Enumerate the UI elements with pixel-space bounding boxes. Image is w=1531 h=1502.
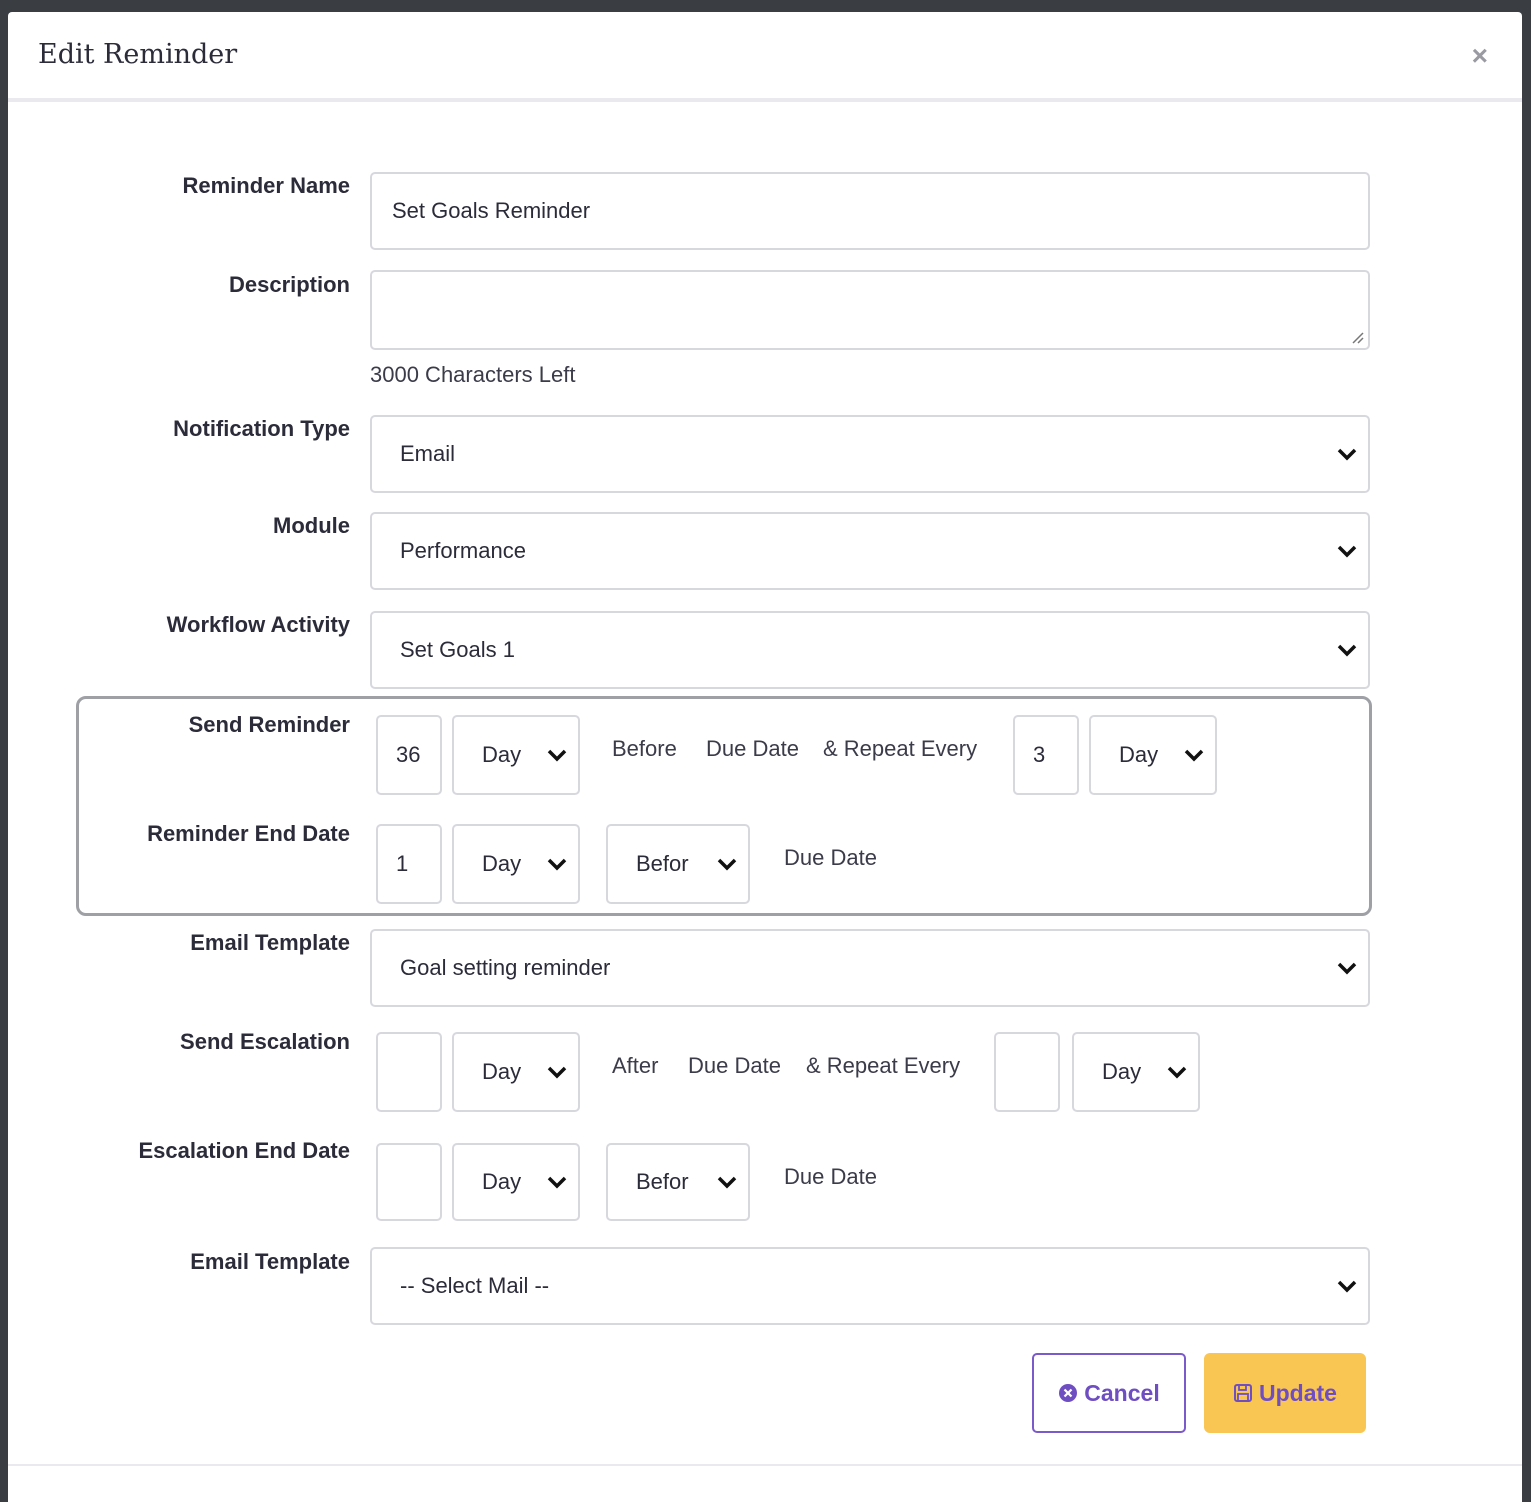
email-template-value: Goal setting reminder bbox=[400, 955, 611, 980]
email-template-select[interactable]: Goal setting reminder bbox=[370, 929, 1370, 1007]
update-button-label: Update bbox=[1259, 1379, 1337, 1406]
dialog-header: Edit Reminder × bbox=[8, 12, 1522, 102]
update-button[interactable]: Update bbox=[1204, 1353, 1366, 1433]
workflow-activity-value: Set Goals 1 bbox=[400, 637, 515, 662]
workflow-activity-select[interactable]: Set Goals 1 bbox=[370, 611, 1370, 689]
escalation-end-relation-select[interactable]: Befor bbox=[606, 1143, 750, 1221]
chevron-down-icon bbox=[717, 1176, 737, 1189]
notification-type-label: Notification Type bbox=[173, 416, 350, 441]
send-escalation-unit-value: Day bbox=[482, 1059, 522, 1084]
send-escalation-unit-select[interactable]: Day bbox=[452, 1032, 580, 1112]
reminder-end-unit-select[interactable]: Day bbox=[452, 824, 580, 904]
email-template-label: Email Template bbox=[190, 930, 350, 955]
chevron-down-icon bbox=[1184, 749, 1204, 762]
reminder-name-input[interactable]: Set Goals Reminder bbox=[370, 172, 1370, 250]
due-date-text: Due Date bbox=[784, 845, 877, 870]
due-date-text: Due Date bbox=[706, 736, 799, 761]
footer-divider bbox=[8, 1464, 1522, 1466]
send-reminder-count-value: 36 bbox=[396, 742, 421, 767]
reminder-name-label: Reminder Name bbox=[182, 173, 350, 198]
cancel-button-label: Cancel bbox=[1084, 1379, 1160, 1406]
characters-left-text: 3000 Characters Left bbox=[370, 362, 576, 387]
notification-type-select[interactable]: Email bbox=[370, 415, 1370, 493]
escalation-email-template-value: -- Select Mail -- bbox=[400, 1273, 550, 1298]
send-reminder-repeat-count-value: 3 bbox=[1033, 742, 1046, 767]
module-label: Module bbox=[273, 513, 350, 538]
chevron-down-icon bbox=[1337, 962, 1357, 975]
reminder-end-unit-value: Day bbox=[482, 851, 522, 876]
send-escalation-repeat-count-input[interactable] bbox=[994, 1032, 1060, 1112]
send-escalation-label: Send Escalation bbox=[180, 1029, 350, 1054]
description-textarea[interactable] bbox=[370, 270, 1370, 350]
after-text: After bbox=[612, 1053, 659, 1078]
chevron-down-icon bbox=[547, 1066, 567, 1079]
due-date-text: Due Date bbox=[688, 1053, 781, 1078]
module-value: Performance bbox=[400, 538, 526, 563]
send-reminder-unit-value: Day bbox=[482, 742, 522, 767]
escalation-end-count-input[interactable] bbox=[376, 1143, 442, 1221]
save-icon bbox=[1234, 1384, 1253, 1402]
description-label: Description bbox=[228, 272, 350, 297]
reminder-end-count-value: 1 bbox=[396, 851, 409, 876]
notification-type-value: Email bbox=[400, 441, 456, 466]
send-reminder-repeat-count-input[interactable]: 3 bbox=[1013, 715, 1079, 795]
send-reminder-repeat-unit-select[interactable]: Day bbox=[1089, 715, 1217, 795]
chevron-down-icon bbox=[547, 1176, 567, 1189]
send-escalation-repeat-unit-value: Day bbox=[1102, 1059, 1142, 1084]
resize-handle-icon[interactable] bbox=[1350, 330, 1364, 344]
escalation-end-relation-value: Befor bbox=[636, 1169, 689, 1194]
close-icon[interactable]: × bbox=[1472, 42, 1488, 70]
before-text: Before bbox=[612, 736, 677, 761]
chevron-down-icon bbox=[1337, 545, 1357, 558]
escalation-email-template-select[interactable]: -- Select Mail -- bbox=[370, 1247, 1370, 1325]
repeat-every-text: & Repeat Every bbox=[823, 736, 978, 761]
escalation-end-unit-value: Day bbox=[482, 1169, 522, 1194]
reminder-end-relation-value: Befor bbox=[636, 851, 689, 876]
edit-reminder-dialog: Edit Reminder × Reminder Name Set Goals … bbox=[8, 12, 1522, 1502]
reminder-end-date-label: Reminder End Date bbox=[147, 821, 350, 846]
repeat-every-text: & Repeat Every bbox=[806, 1053, 961, 1078]
module-select[interactable]: Performance bbox=[370, 512, 1370, 590]
reminder-end-count-input[interactable]: 1 bbox=[376, 824, 442, 904]
chevron-down-icon bbox=[1337, 448, 1357, 461]
chevron-down-icon bbox=[1337, 1280, 1357, 1293]
chevron-down-icon bbox=[547, 858, 567, 871]
escalation-email-template-label: Email Template bbox=[190, 1249, 350, 1274]
chevron-down-icon bbox=[1167, 1066, 1187, 1079]
chevron-down-icon bbox=[1337, 644, 1357, 657]
send-reminder-count-input[interactable]: 36 bbox=[376, 715, 442, 795]
send-escalation-repeat-unit-select[interactable]: Day bbox=[1072, 1032, 1200, 1112]
send-reminder-unit-select[interactable]: Day bbox=[452, 715, 580, 795]
times-circle-icon bbox=[1059, 1384, 1078, 1402]
send-reminder-label: Send Reminder bbox=[188, 712, 350, 737]
reminder-end-relation-select[interactable]: Befor bbox=[606, 824, 750, 904]
escalation-end-date-label: Escalation End Date bbox=[138, 1138, 350, 1163]
send-escalation-count-input[interactable] bbox=[376, 1032, 442, 1112]
chevron-down-icon bbox=[547, 749, 567, 762]
reminder-name-value: Set Goals Reminder bbox=[392, 198, 591, 223]
cancel-button[interactable]: Cancel bbox=[1032, 1353, 1186, 1433]
escalation-end-unit-select[interactable]: Day bbox=[452, 1143, 580, 1221]
dialog-title: Edit Reminder bbox=[38, 39, 238, 70]
workflow-activity-label: Workflow Activity bbox=[166, 612, 350, 637]
due-date-text: Due Date bbox=[784, 1164, 877, 1189]
send-reminder-repeat-unit-value: Day bbox=[1119, 742, 1159, 767]
chevron-down-icon bbox=[717, 858, 737, 871]
